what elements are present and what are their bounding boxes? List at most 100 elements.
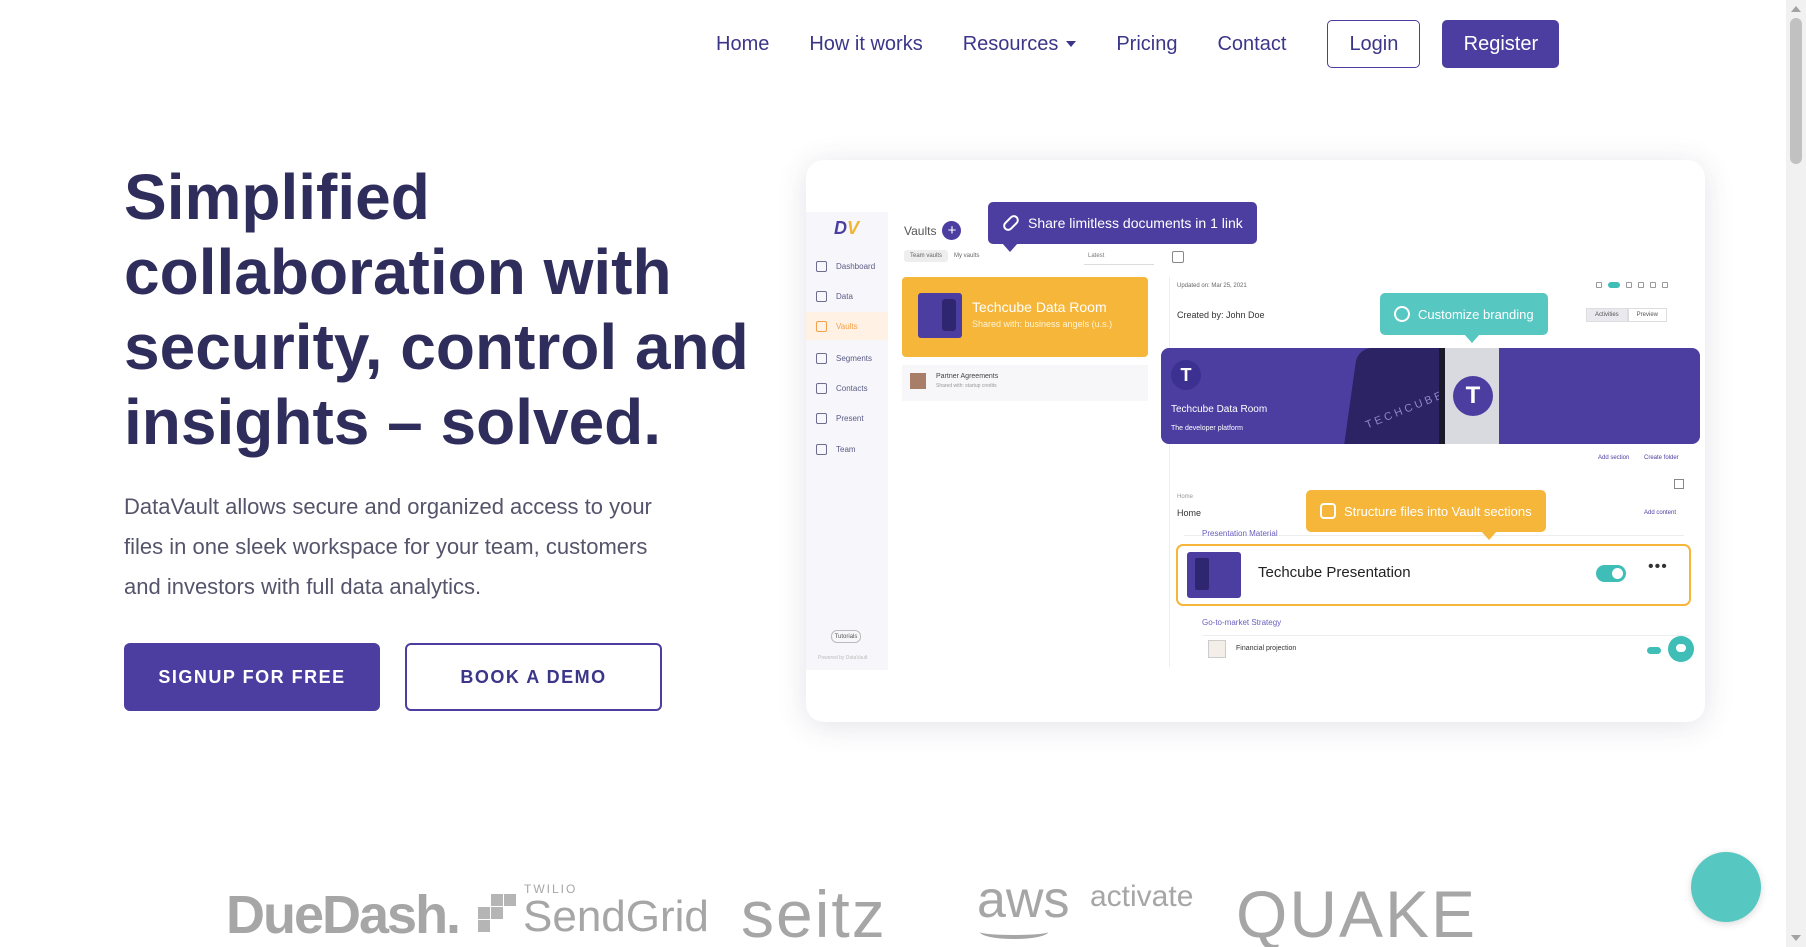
mockup-tab-preview: Preview	[1627, 308, 1668, 322]
mockup-vault-card: Techcube Data Room Shared with: business…	[902, 277, 1148, 357]
mockup-create-folder: Create folder	[1644, 455, 1679, 461]
tooltip-text: Customize branding	[1418, 306, 1534, 322]
mockup-tab-my: My vaults	[954, 253, 980, 259]
mockup-nav-dashboard: Dashboard	[816, 252, 888, 280]
techcube-logo: T	[1171, 360, 1201, 390]
login-button[interactable]: Login	[1327, 20, 1421, 68]
mockup-nav-label: Present	[836, 413, 864, 423]
mockup-presentation-row: Techcube Presentation •••	[1176, 544, 1691, 606]
customer-logos: DueDash. TWILIO SendGrid seitz aws activ…	[0, 870, 1806, 947]
nav-resources[interactable]: Resources	[963, 33, 1077, 56]
chat-icon	[1668, 636, 1694, 662]
mockup-nav-label: Data	[836, 291, 853, 301]
sendgrid-icon	[478, 894, 516, 932]
signup-button[interactable]: SIGNUP FOR FREE	[124, 643, 380, 711]
mockup-toolbar-icons	[1596, 282, 1668, 288]
seitz-logo: seitz	[741, 877, 887, 947]
tooltip-structure: Structure files into Vault sections	[1306, 490, 1546, 540]
tooltip-branding: Customize branding	[1380, 293, 1548, 343]
mockup-home: Home	[1177, 508, 1202, 518]
mockup-vaults-heading: Vaults +	[904, 221, 962, 240]
mockup-tutorials: Tutorials	[831, 630, 861, 643]
quake-logo: QUAKE	[1236, 877, 1478, 947]
vault-icon	[816, 320, 827, 332]
scroll-thumb[interactable]	[1790, 18, 1802, 164]
book-demo-button[interactable]: BOOK A DEMO	[405, 643, 662, 711]
plus-icon: +	[942, 221, 962, 240]
mockup-nav-present: Present	[816, 404, 888, 432]
register-button[interactable]: Register	[1442, 20, 1560, 68]
vault-title: Partner Agreements	[936, 373, 999, 380]
mockup-nav-data: Data	[816, 282, 888, 310]
nav-how-it-works[interactable]: How it works	[809, 33, 922, 56]
mockup-detail-panel	[1169, 277, 1699, 667]
mockup-vault-card: Partner Agreements Shared with: startup …	[902, 365, 1148, 401]
product-screenshot: DV Dashboard Data Vaults Segments Contac…	[806, 160, 1705, 722]
tooltip-text: Structure files into Vault sections	[1344, 503, 1532, 519]
data-icon	[816, 290, 827, 302]
vault-thumbnail	[918, 293, 962, 338]
vault-shared: Shared with: startup credits	[936, 383, 997, 389]
mockup-tab-activities: Activities	[1586, 308, 1628, 322]
edit-icon	[1626, 282, 1632, 288]
segments-icon	[816, 352, 827, 364]
mockup-nav-label: Contacts	[836, 383, 868, 393]
present-icon	[816, 412, 827, 424]
mockup-powered: Powered by DataVault	[818, 655, 868, 661]
duedash-logo: DueDash.	[226, 885, 461, 945]
mockup-nav-vaults: Vaults	[806, 312, 888, 340]
toggle-icon	[1596, 565, 1626, 582]
mockup-created-by: Created by: John Doe	[1177, 310, 1265, 320]
mockup-nav-label: Dashboard	[836, 261, 876, 271]
mockup-updated: Updated on: Mar 25, 2021	[1177, 283, 1247, 289]
mockup-breadcrumb: Home	[1177, 494, 1194, 500]
nav-home[interactable]: Home	[716, 33, 769, 56]
layout-icon	[1172, 251, 1184, 263]
mockup-nav-segments: Segments	[816, 344, 888, 372]
more-icon: •••	[1648, 558, 1668, 575]
vault-thumbnail	[910, 373, 926, 389]
team-icon	[816, 443, 827, 455]
mockup-nav-label: Team	[836, 444, 856, 454]
mockup-add-section: Add section	[1598, 455, 1630, 461]
trash-icon	[1662, 282, 1668, 288]
caret-down-icon	[1066, 41, 1077, 47]
sections-icon	[1320, 503, 1336, 519]
phone-image: T	[1439, 348, 1499, 444]
banner-subtitle: The developer platform	[1171, 425, 1243, 432]
tooltip-share: Share limitless documents in 1 link	[988, 202, 1257, 252]
presentation-title: Techcube Presentation	[1258, 564, 1411, 581]
hero-description: DataVault allows secure and organized ac…	[124, 494, 652, 599]
chat-launcher-button[interactable]	[1691, 852, 1761, 922]
techcube-logo: T	[1453, 376, 1493, 416]
tooltip-text: Share limitless documents in 1 link	[1028, 215, 1243, 231]
mockup-sort-select: Latest	[1084, 249, 1154, 265]
scroll-down-icon[interactable]	[1791, 935, 1801, 941]
mockup-section-title: Presentation Material	[1202, 529, 1278, 538]
datavault-logo: DV	[834, 218, 860, 238]
vault-title: Techcube Data Room	[972, 299, 1107, 315]
nav-contact[interactable]: Contact	[1217, 33, 1286, 56]
page-scrollbar[interactable]	[1786, 0, 1806, 947]
mockup-nav-label: Segments	[836, 353, 873, 363]
nav-resources-label: Resources	[962, 32, 1059, 55]
fingerprint-icon	[1394, 306, 1410, 322]
link-icon	[1001, 213, 1021, 233]
section-icon	[1674, 479, 1684, 489]
banner-title: Techcube Data Room	[1171, 404, 1268, 415]
nav-pricing[interactable]: Pricing	[1116, 33, 1177, 56]
file-title: Financial projection	[1236, 645, 1297, 652]
scroll-up-icon[interactable]	[1791, 6, 1801, 12]
toggle-icon	[1608, 282, 1620, 288]
top-nav: Home How it works Resources Pricing Cont…	[716, 20, 1560, 68]
hero-title: Simplified collaboration with security, …	[124, 161, 749, 458]
share-icon	[1638, 282, 1644, 288]
file-icon	[1208, 640, 1226, 658]
vault-shared: Shared with: business angels (u.s.)	[972, 319, 1113, 329]
mockup-file-row: Financial projection	[1202, 635, 1690, 663]
copy-icon	[1596, 282, 1602, 288]
mockup-tabs: Team vaults My vaults	[904, 250, 985, 262]
aws-logo: aws	[977, 871, 1070, 929]
contacts-icon	[816, 382, 827, 394]
mockup-section-title: Go-to-market Strategy	[1202, 618, 1282, 627]
